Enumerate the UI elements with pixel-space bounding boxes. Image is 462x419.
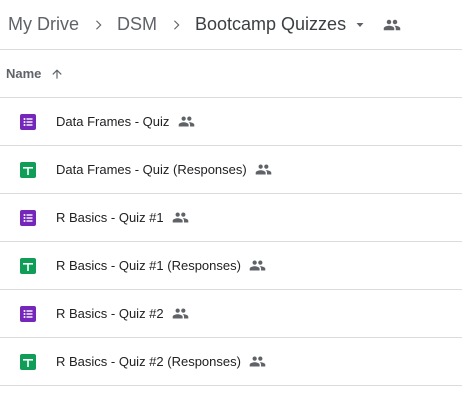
file-row[interactable]: R Basics - Quiz #1	[0, 194, 462, 242]
shared-icon	[255, 161, 273, 179]
file-row[interactable]: Data Frames - Quiz (Responses)	[0, 146, 462, 194]
shared-icon	[177, 113, 195, 131]
file-row[interactable]: R Basics - Quiz #2	[0, 290, 462, 338]
breadcrumb-dsm[interactable]: DSM	[117, 12, 157, 37]
file-name[interactable]: Data Frames - Quiz	[56, 114, 169, 129]
list-header: Name	[0, 50, 462, 98]
google-sheets-icon	[19, 257, 37, 275]
shared-icon	[249, 257, 267, 275]
file-name[interactable]: R Basics - Quiz #1	[56, 210, 164, 225]
shared-icon	[249, 353, 267, 371]
shared-icon	[172, 305, 190, 323]
shared-folder-icon	[380, 12, 404, 38]
file-row[interactable]: R Basics - Quiz #1 (Responses)	[0, 242, 462, 290]
shared-icon	[172, 209, 190, 227]
file-row[interactable]: R Basics - Quiz #2 (Responses)	[0, 338, 462, 386]
google-sheets-icon	[19, 353, 37, 371]
google-sheets-icon	[19, 161, 37, 179]
arrow-up-icon[interactable]	[49, 66, 65, 82]
breadcrumb-current-folder[interactable]: Bootcamp Quizzes	[195, 12, 346, 37]
breadcrumb-my-drive[interactable]: My Drive	[8, 12, 79, 37]
google-forms-icon	[19, 113, 37, 131]
chevron-right-icon	[163, 12, 189, 38]
breadcrumb: My Drive DSM Bootcamp Quizzes	[0, 0, 462, 50]
name-column-header[interactable]: Name	[6, 66, 41, 81]
file-name[interactable]: R Basics - Quiz #2	[56, 306, 164, 321]
chevron-right-icon	[85, 12, 111, 38]
caret-down-icon[interactable]	[350, 12, 370, 38]
drive-file-browser: My Drive DSM Bootcamp Quizzes Name Data …	[0, 0, 462, 419]
google-forms-icon	[19, 305, 37, 323]
file-row[interactable]: Data Frames - Quiz	[0, 98, 462, 146]
file-list: Data Frames - Quiz Data Frames - Quiz (Re…	[0, 98, 462, 386]
file-name[interactable]: R Basics - Quiz #1 (Responses)	[56, 258, 241, 273]
file-name[interactable]: R Basics - Quiz #2 (Responses)	[56, 354, 241, 369]
google-forms-icon	[19, 209, 37, 227]
file-name[interactable]: Data Frames - Quiz (Responses)	[56, 162, 247, 177]
